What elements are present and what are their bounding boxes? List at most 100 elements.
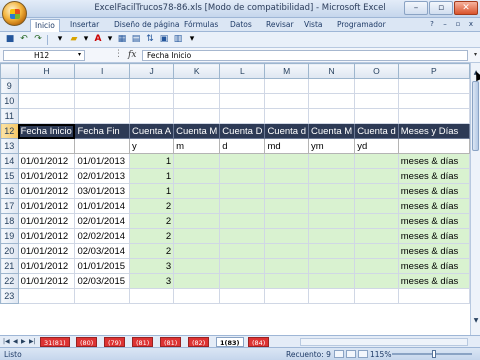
sheet-tab[interactable]: 31(81): [40, 337, 70, 347]
cell[interactable]: [74, 288, 131, 304]
start-date-cell[interactable]: 01/01/2012: [17, 183, 76, 199]
cell[interactable]: [354, 243, 399, 259]
column-header-l[interactable]: L: [219, 63, 266, 79]
unit-cell[interactable]: [74, 138, 131, 154]
column-header-k[interactable]: K: [173, 63, 221, 79]
cell[interactable]: [173, 243, 221, 259]
cell[interactable]: [173, 183, 221, 199]
close-icon[interactable]: ✕: [454, 1, 478, 15]
cell[interactable]: [219, 273, 266, 289]
save-icon[interactable]: ■: [4, 34, 16, 45]
zoom-level[interactable]: 115%: [370, 350, 391, 359]
cell[interactable]: [219, 108, 266, 124]
end-date-cell[interactable]: 02/01/2013: [74, 168, 131, 184]
row-header[interactable]: 22: [0, 273, 19, 289]
tab-inicio[interactable]: Inicio: [30, 19, 60, 32]
months-days-cell[interactable]: meses & días: [397, 183, 470, 199]
cell[interactable]: [173, 273, 221, 289]
header-cell[interactable]: Fecha Fin: [74, 123, 131, 139]
cell[interactable]: [173, 168, 221, 184]
months-days-cell[interactable]: meses & días: [397, 213, 470, 229]
row-header[interactable]: 15: [0, 168, 19, 184]
cell[interactable]: [307, 153, 356, 169]
dropdown-arrow-icon[interactable]: ▾: [104, 34, 116, 45]
end-date-cell[interactable]: 02/01/2014: [74, 213, 131, 229]
last-sheet-icon[interactable]: ▶|: [29, 338, 36, 345]
row-header[interactable]: 19: [0, 228, 19, 244]
merge-icon[interactable]: ▣: [158, 34, 170, 45]
tab-diseno-pagina[interactable]: Diseño de página: [114, 20, 179, 29]
cell[interactable]: [354, 198, 399, 214]
page-layout-view-icon[interactable]: [346, 350, 356, 358]
tab-revisar[interactable]: Revisar: [266, 20, 294, 29]
header-cell[interactable]: Cuenta M: [173, 123, 221, 139]
unit-cell[interactable]: d: [219, 138, 266, 154]
cell[interactable]: [264, 183, 309, 199]
cell[interactable]: [17, 108, 76, 124]
cell[interactable]: [74, 78, 131, 94]
sheet-tab[interactable]: (84): [248, 337, 270, 347]
row-header[interactable]: 17: [0, 198, 19, 214]
years-cell[interactable]: 1: [129, 183, 175, 199]
worksheet-grid[interactable]: HIJKLMNOP 9 10 11 12 Fecha Inicio Fecha Fin Cu…: [0, 63, 470, 335]
years-cell[interactable]: 1: [129, 168, 175, 184]
cell[interactable]: [264, 78, 309, 94]
fill-color-icon[interactable]: ▰: [68, 34, 80, 45]
first-sheet-icon[interactable]: |◀: [3, 338, 10, 345]
cell[interactable]: [354, 78, 399, 94]
cell[interactable]: [307, 168, 356, 184]
end-date-cell[interactable]: 02/03/2014: [74, 243, 131, 259]
cell[interactable]: [173, 153, 221, 169]
start-date-cell[interactable]: 01/01/2012: [17, 273, 76, 289]
cell[interactable]: [307, 198, 356, 214]
years-cell[interactable]: 2: [129, 228, 175, 244]
cell[interactable]: [219, 243, 266, 259]
scroll-down-icon[interactable]: ▼: [472, 317, 480, 325]
cell[interactable]: [354, 258, 399, 274]
column-header-p[interactable]: P: [397, 63, 470, 79]
cell[interactable]: [173, 108, 221, 124]
maximize-icon[interactable]: ▫: [429, 1, 453, 15]
row-header[interactable]: 9: [0, 78, 19, 94]
cell[interactable]: [264, 93, 309, 109]
row-header[interactable]: 21: [0, 258, 19, 274]
header-cell[interactable]: Fecha Inicio: [17, 123, 76, 139]
cell[interactable]: [264, 273, 309, 289]
workbook-minimize-icon[interactable]: –: [440, 20, 450, 29]
months-days-cell[interactable]: meses & días: [397, 273, 470, 289]
dropdown-arrow-icon[interactable]: ▾: [80, 34, 92, 45]
start-date-cell[interactable]: 01/01/2012: [17, 168, 76, 184]
tab-formulas[interactable]: Fórmulas: [184, 20, 218, 29]
next-sheet-icon[interactable]: ▶: [21, 338, 26, 345]
cell[interactable]: [219, 93, 266, 109]
cell[interactable]: [354, 108, 399, 124]
name-box-dropdown-icon[interactable]: ▾: [78, 51, 81, 58]
tab-programador[interactable]: Programador: [337, 20, 386, 29]
sheet-tab[interactable]: (80): [76, 337, 98, 347]
cell[interactable]: [307, 78, 356, 94]
font-color-icon[interactable]: A: [92, 34, 104, 45]
months-days-cell[interactable]: meses & días: [397, 228, 470, 244]
formula-input[interactable]: Fecha Inicio: [142, 50, 468, 61]
unit-cell[interactable]: ym: [307, 138, 356, 154]
header-cell[interactable]: Meses y Días: [397, 123, 470, 139]
cell[interactable]: [264, 108, 309, 124]
start-date-cell[interactable]: 01/01/2012: [17, 153, 76, 169]
cell[interactable]: [397, 108, 470, 124]
row-header[interactable]: 10: [0, 93, 19, 109]
column-header-o[interactable]: O: [354, 63, 399, 79]
cell[interactable]: [173, 93, 221, 109]
unit-cell[interactable]: md: [264, 138, 309, 154]
months-days-cell[interactable]: meses & días: [397, 198, 470, 214]
header-cell[interactable]: Cuenta d: [264, 123, 309, 139]
cell[interactable]: [307, 243, 356, 259]
sheet-tab[interactable]: 1(83): [216, 337, 244, 347]
sheet-tab[interactable]: (81): [160, 337, 182, 347]
column-header-m[interactable]: M: [264, 63, 309, 79]
cell[interactable]: [17, 78, 76, 94]
cell[interactable]: [264, 168, 309, 184]
row-header[interactable]: 23: [0, 288, 19, 304]
cell[interactable]: [219, 168, 266, 184]
header-cell[interactable]: Cuenta d: [354, 123, 399, 139]
workbook-restore-icon[interactable]: ▫: [453, 20, 463, 29]
